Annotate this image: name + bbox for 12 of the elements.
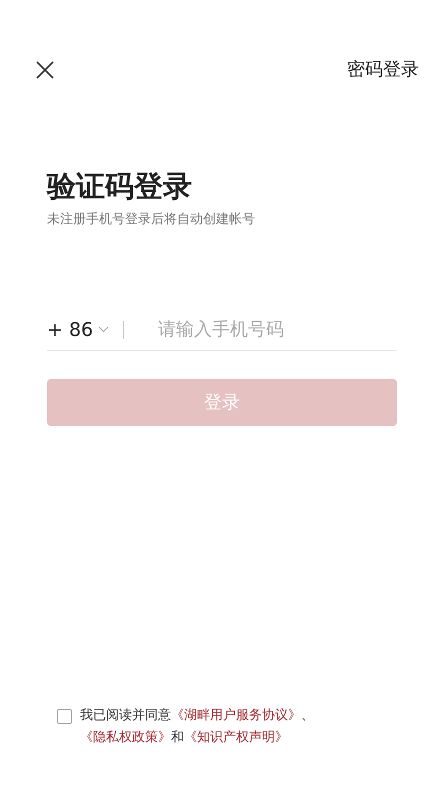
page-title: 验证码登录 bbox=[47, 169, 193, 204]
agreement-checkbox[interactable] bbox=[57, 708, 72, 724]
policy-link[interactable]: 《湖畔用户服务协议》 bbox=[171, 708, 301, 723]
subtitle-text: 未注册手机号登录后将自动创建帐号 bbox=[47, 210, 256, 229]
policy-link[interactable]: 《隐私权政策》 bbox=[80, 730, 171, 745]
policy-link[interactable]: 《知识产权声明》 bbox=[184, 730, 288, 745]
agreement-text: 我已阅读并同意《湖畔用户服务协议》、 《隐私权政策》和《知识产权声明》 bbox=[80, 706, 315, 747]
password-login-link[interactable]: 密码登录 bbox=[347, 56, 419, 83]
chevron-down-icon bbox=[98, 326, 110, 334]
close-icon bbox=[35, 60, 55, 80]
country-code-selector[interactable]: + 86 bbox=[47, 316, 110, 344]
close-button[interactable] bbox=[35, 60, 55, 80]
